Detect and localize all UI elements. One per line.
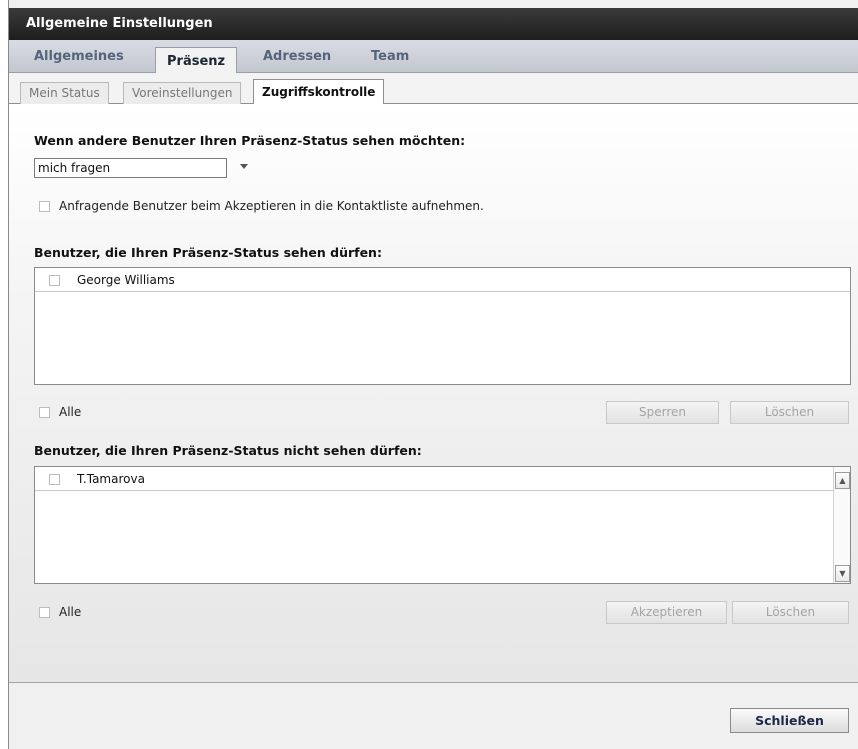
- tab-adressen[interactable]: Adressen: [263, 49, 331, 64]
- main-tab-bar: Allgemeines Präsenz Adressen Team: [9, 40, 858, 74]
- list-item[interactable]: T.Tamarova: [35, 467, 833, 491]
- allowed-select-all-label: Alle: [59, 405, 82, 419]
- subtab-mein-status[interactable]: Mein Status: [20, 82, 109, 104]
- auto-add-checkbox-label: Anfragende Benutzer beim Akzeptieren in …: [59, 199, 484, 213]
- request-heading: Wenn andere Benutzer Ihren Präsenz-Statu…: [34, 133, 466, 148]
- tab-team[interactable]: Team: [371, 49, 409, 64]
- blocked-users-list[interactable]: T.Tamarova ▲ ▼: [34, 466, 851, 584]
- settings-window: Allgemeine Einstellungen Allgemeines Prä…: [8, 0, 858, 749]
- subtab-zugriffskontrolle[interactable]: Zugriffskontrolle: [253, 79, 385, 105]
- scroll-up-arrow-icon[interactable]: ▲: [835, 472, 850, 489]
- chevron-down-icon[interactable]: [240, 164, 248, 169]
- blocked-delete-button[interactable]: Löschen: [732, 601, 849, 624]
- access-control-panel: Wenn andere Benutzer Ihren Präsenz-Statu…: [9, 104, 858, 682]
- auto-add-checkbox[interactable]: [39, 201, 50, 212]
- blocked-select-all-checkbox[interactable]: [39, 607, 50, 618]
- sub-tab-bar: Mein Status Voreinstellungen Zugriffskon…: [9, 73, 858, 105]
- tab-praesenz[interactable]: Präsenz: [155, 47, 238, 74]
- allowed-delete-button[interactable]: Löschen: [730, 401, 849, 424]
- tab-allgemeines[interactable]: Allgemeines: [34, 49, 124, 64]
- allowed-users-list[interactable]: George Williams: [34, 267, 851, 385]
- allowed-select-all-checkbox[interactable]: [39, 407, 50, 418]
- blocked-users-heading: Benutzer, die Ihren Präsenz-Status nicht…: [34, 443, 422, 458]
- user-checkbox[interactable]: [49, 474, 60, 485]
- user-name: T.Tamarova: [77, 472, 145, 486]
- window-title: Allgemeine Einstellungen: [9, 8, 858, 40]
- blocked-list-scrollbar[interactable]: ▲ ▼: [833, 467, 850, 583]
- request-action-select[interactable]: mich fragen: [34, 158, 227, 178]
- allowed-users-heading: Benutzer, die Ihren Präsenz-Status sehen…: [34, 245, 382, 260]
- close-button[interactable]: Schließen: [730, 708, 849, 733]
- subtab-voreinstellungen[interactable]: Voreinstellungen: [123, 82, 242, 104]
- accept-button[interactable]: Akzeptieren: [606, 601, 727, 624]
- block-button[interactable]: Sperren: [606, 401, 719, 424]
- list-item[interactable]: George Williams: [35, 268, 850, 292]
- user-checkbox[interactable]: [49, 275, 60, 286]
- user-name: George Williams: [77, 273, 175, 287]
- dialog-footer: Schließen: [9, 682, 858, 749]
- blocked-select-all-label: Alle: [59, 605, 82, 619]
- scroll-down-arrow-icon[interactable]: ▼: [835, 565, 850, 582]
